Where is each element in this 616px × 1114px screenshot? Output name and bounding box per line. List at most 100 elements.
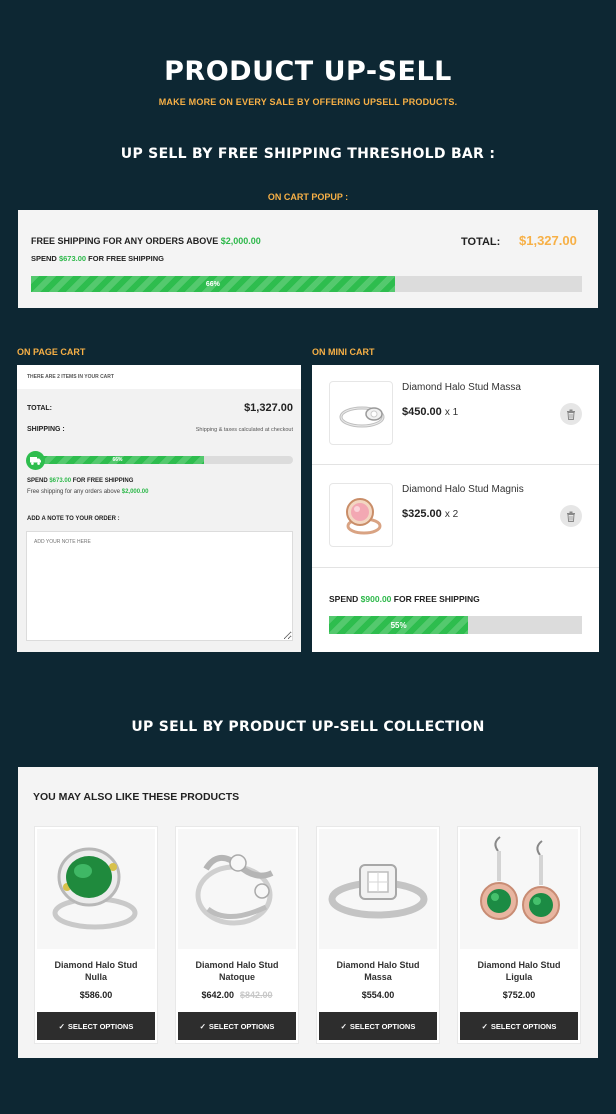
page-cart-progress-fill: 66% bbox=[31, 456, 204, 464]
page-cart-threshold-text: Free shipping for any orders above $2,00… bbox=[27, 489, 148, 495]
mini-cart-panel: Diamond Halo Stud Massa $450.00 x 1 Diam… bbox=[312, 365, 599, 652]
page-cart-label: ON PAGE CART bbox=[17, 347, 86, 357]
product-card[interactable]: Diamond Halo Stud Massa $554.00 ✓ SELECT … bbox=[316, 826, 440, 1044]
product-card[interactable]: Diamond Halo Stud Nulla $586.00 ✓ SELECT … bbox=[34, 826, 158, 1044]
mini-cart-item-price-row: $325.00 x 2 bbox=[402, 508, 458, 520]
mini-cart-item-image[interactable] bbox=[329, 381, 393, 445]
select-options-button[interactable]: ✓ SELECT OPTIONS bbox=[37, 1012, 155, 1040]
product-price: $554.00 bbox=[361, 990, 395, 1000]
mini-cart-progress-text: 55% bbox=[390, 620, 407, 630]
popup-progress-text: 66% bbox=[205, 280, 220, 288]
upsell-heading: YOU MAY ALSO LIKE THESE PRODUCTS bbox=[33, 791, 240, 803]
popup-spend-amount: $673.00 bbox=[58, 254, 87, 263]
mini-cart-spend-suffix: FOR FREE SHIPPING bbox=[393, 594, 480, 604]
product-name[interactable]: Diamond Halo Stud Ligula bbox=[458, 959, 580, 983]
product-name-line: Ligula bbox=[505, 972, 533, 982]
product-image[interactable] bbox=[37, 829, 155, 949]
mini-cart-item-image[interactable] bbox=[329, 483, 393, 547]
product-image[interactable] bbox=[178, 829, 296, 949]
product-name[interactable]: Diamond Halo Stud Nulla bbox=[35, 959, 157, 983]
select-options-button[interactable]: ✓ SELECT OPTIONS bbox=[178, 1012, 296, 1040]
page-subtitle: MAKE MORE ON EVERY SALE BY OFFERING UPSE… bbox=[158, 97, 458, 107]
popup-threshold-amount: $2,000.00 bbox=[220, 236, 261, 246]
select-options-label: SELECT OPTIONS bbox=[349, 1021, 416, 1031]
mini-cart-item-qty: x 2 bbox=[444, 509, 459, 520]
product-name[interactable]: Diamond Halo Stud Massa bbox=[317, 959, 439, 983]
mini-cart-item-name[interactable]: Diamond Halo Stud Magnis bbox=[402, 484, 524, 495]
popup-spend-text: SPEND $673.00 FOR FREE SHIPPING bbox=[31, 254, 164, 263]
trash-icon[interactable] bbox=[560, 505, 582, 527]
product-name-line: Diamond Halo Stud bbox=[336, 960, 420, 970]
product-price: $586.00 bbox=[79, 990, 113, 1000]
popup-progress-fill: 66% bbox=[31, 276, 395, 292]
product-image[interactable] bbox=[460, 829, 578, 949]
check-icon: ✓ bbox=[481, 1021, 488, 1031]
product-name-line: Massa bbox=[364, 972, 392, 982]
section-title-collection: UP SELL BY PRODUCT UP-SELL COLLECTION bbox=[131, 719, 485, 735]
emerald-earrings-icon bbox=[480, 836, 560, 924]
product-name-line: Diamond Halo Stud bbox=[54, 960, 138, 970]
trash-icon[interactable] bbox=[560, 403, 582, 425]
cart-popup-label: ON CART POPUP : bbox=[267, 192, 349, 202]
truck-icon bbox=[26, 451, 45, 470]
product-name[interactable]: Diamond Halo Stud Natoque bbox=[176, 959, 298, 983]
product-price-current: $642.00 bbox=[201, 990, 234, 1000]
select-options-label: SELECT OPTIONS bbox=[67, 1021, 134, 1031]
page-cart-shipping-note: Shipping & taxes calculated at checkout bbox=[195, 427, 293, 433]
mini-cart-label: ON MINI CART bbox=[312, 347, 375, 357]
product-price-old: $842.00 bbox=[240, 990, 273, 1000]
product-name-line: Diamond Halo Stud bbox=[195, 960, 279, 970]
diamond-ring-set-icon bbox=[195, 854, 274, 926]
product-name-line: Natoque bbox=[219, 972, 255, 982]
page-cart-total-label: TOTAL: bbox=[27, 405, 53, 412]
page-title: PRODUCT UP-SELL bbox=[164, 56, 452, 87]
popup-total-label: TOTAL: bbox=[461, 236, 501, 248]
mini-cart-progress-fill: 55% bbox=[329, 616, 469, 634]
select-options-label: SELECT OPTIONS bbox=[208, 1021, 275, 1031]
product-name-line: Diamond Halo Stud bbox=[477, 960, 561, 970]
product-price: $642.00 $842.00 bbox=[176, 990, 298, 1000]
pink-ring-icon bbox=[346, 498, 382, 535]
mini-cart-spend-prefix: SPEND bbox=[329, 594, 359, 604]
popup-spend-prefix: SPEND bbox=[31, 254, 57, 263]
select-options-button[interactable]: ✓ SELECT OPTIONS bbox=[319, 1012, 437, 1040]
page-cart-threshold-amount: $2,000.00 bbox=[121, 489, 149, 495]
section-title-threshold: UP SELL BY FREE SHIPPING THRESHOLD BAR : bbox=[120, 146, 496, 162]
page-cart-spend-amount: $673.00 bbox=[49, 478, 72, 484]
select-options-button[interactable]: ✓ SELECT OPTIONS bbox=[460, 1012, 578, 1040]
page-cart-total-value: $1,327.00 bbox=[244, 402, 293, 414]
mini-cart-item-price-row: $450.00 x 1 bbox=[402, 406, 458, 418]
page-cart-spend-prefix: SPEND bbox=[27, 478, 48, 484]
select-options-label: SELECT OPTIONS bbox=[490, 1021, 557, 1031]
page-cart-panel: THERE ARE 2 ITEMS IN YOUR CART TOTAL: $1… bbox=[17, 365, 301, 652]
page-cart-threshold-prefix: Free shipping for any orders above bbox=[27, 489, 121, 495]
diamond-ring-icon bbox=[328, 864, 428, 919]
product-image[interactable] bbox=[319, 829, 437, 949]
product-card[interactable]: Diamond Halo Stud Natoque $642.00 $842.00… bbox=[175, 826, 299, 1044]
mini-cart-spend-text: SPEND $900.00 FOR FREE SHIPPING bbox=[329, 594, 480, 604]
popup-spend-suffix: FOR FREE SHIPPING bbox=[88, 254, 164, 263]
popup-threshold-text: FREE SHIPPING FOR ANY ORDERS ABOVE $2,00… bbox=[31, 236, 261, 246]
mini-cart-spend-amount: $900.00 bbox=[360, 594, 392, 604]
cart-popup-panel: FREE SHIPPING FOR ANY ORDERS ABOVE $2,00… bbox=[18, 210, 598, 308]
mini-cart-item-price: $325.00 bbox=[402, 508, 442, 520]
mini-cart-progress-bar: 55% bbox=[329, 616, 582, 634]
mini-cart-item-qty: x 1 bbox=[444, 407, 459, 418]
page-cart-progress-bar: 66% bbox=[31, 456, 293, 464]
mini-cart-divider bbox=[312, 567, 599, 568]
page-cart-shipping-label: SHIPPING : bbox=[27, 426, 65, 433]
popup-progress-bar: 66% bbox=[31, 276, 582, 292]
ring-icon bbox=[339, 406, 385, 428]
product-card[interactable]: Diamond Halo Stud Ligula $752.00 ✓ SELECT… bbox=[457, 826, 581, 1044]
emerald-ring-icon bbox=[52, 847, 138, 930]
order-note-label: ADD A NOTE TO YOUR ORDER : bbox=[27, 516, 120, 522]
product-price: $752.00 bbox=[502, 990, 536, 1000]
check-icon: ✓ bbox=[199, 1021, 206, 1031]
page-cart-spend-suffix: FOR FREE SHIPPING bbox=[72, 478, 134, 484]
page-cart-spend-text: SPEND $673.00 FOR FREE SHIPPING bbox=[27, 478, 133, 484]
mini-cart-divider bbox=[312, 464, 599, 465]
order-note-textarea[interactable] bbox=[26, 531, 293, 641]
popup-total-value: $1,327.00 bbox=[519, 233, 577, 248]
product-name-line: Nulla bbox=[84, 972, 107, 982]
mini-cart-item-name[interactable]: Diamond Halo Stud Massa bbox=[402, 382, 521, 393]
